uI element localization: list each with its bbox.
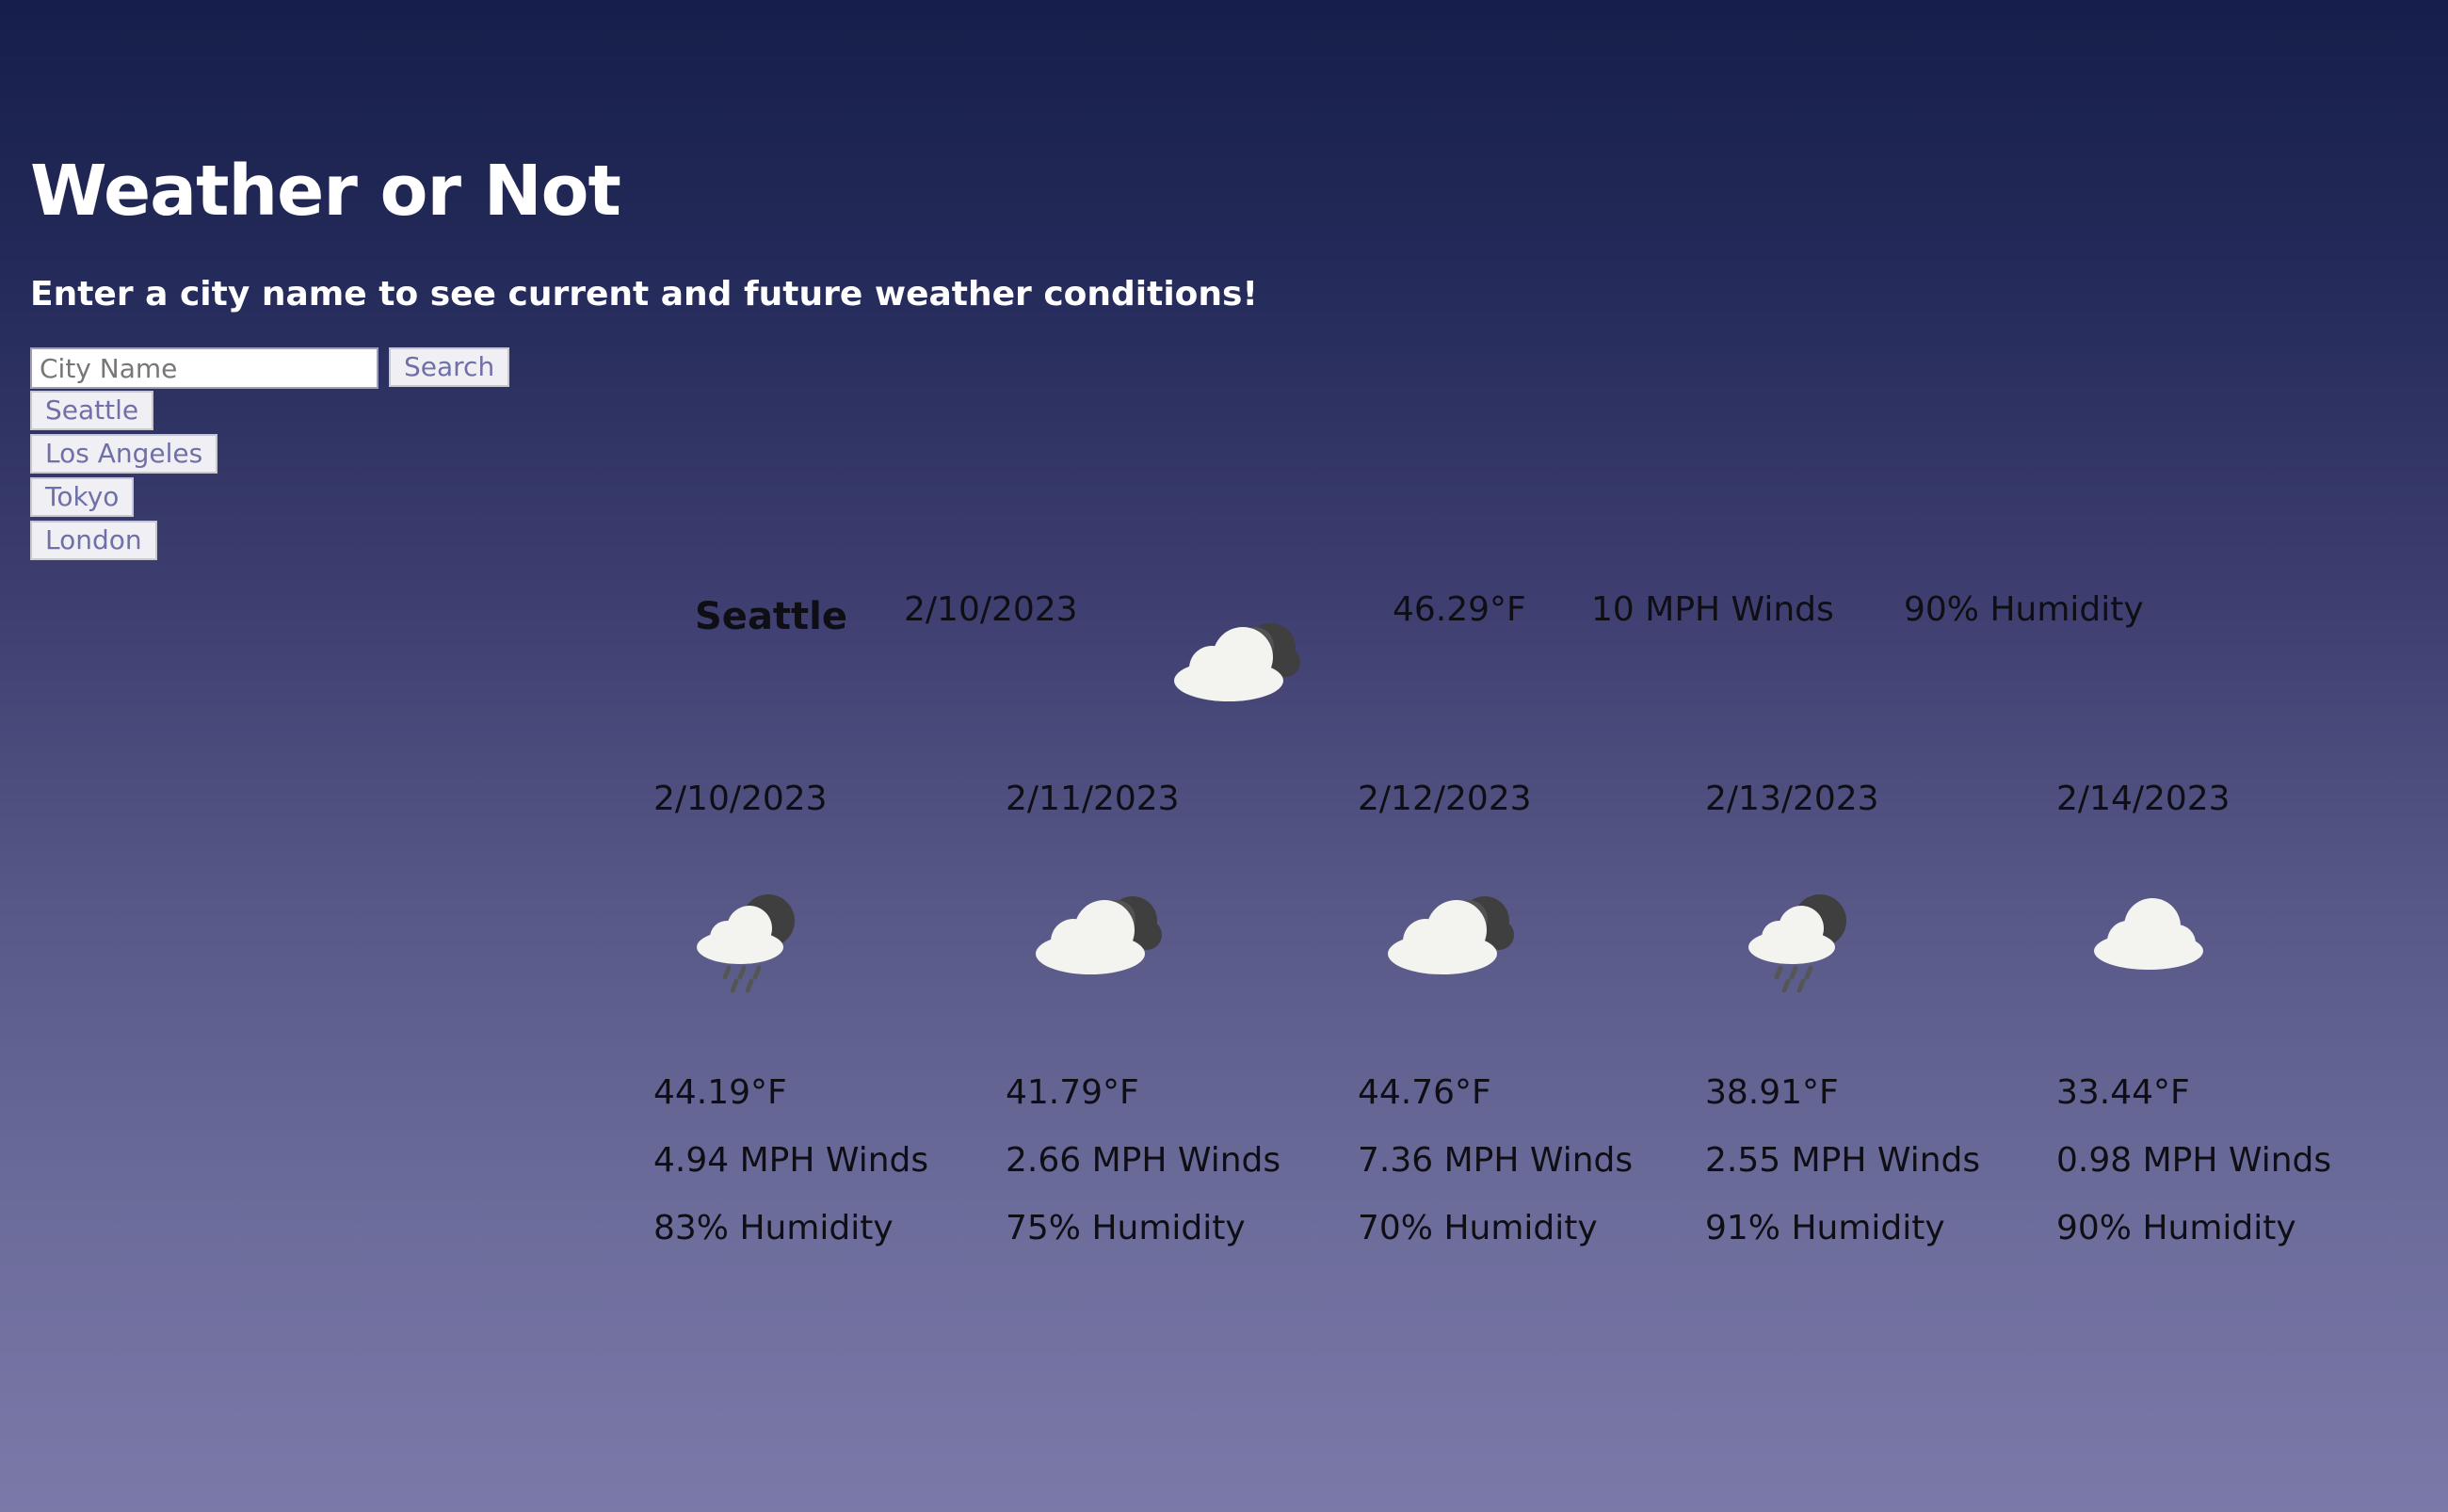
forecast-humidity: 91% Humidity (1705, 1209, 1945, 1247)
forecast-temp: 44.76°F (1358, 1073, 1491, 1112)
forecast-wind: 4.94 MPH Winds (653, 1141, 929, 1180)
forecast-temp: 33.44°F (2056, 1073, 2190, 1112)
page-subtitle: Enter a city name to see current and fut… (30, 275, 1258, 314)
page-title: Weather or Not (30, 151, 621, 232)
history-button-los-angeles[interactable]: Los Angeles (30, 434, 218, 474)
history-button-london[interactable]: London (30, 521, 157, 560)
current-city: Seattle (695, 595, 848, 638)
cloudy-night-icon (1034, 883, 1175, 981)
forecast-date: 2/10/2023 (653, 780, 828, 818)
current-humidity: 90% Humidity (1904, 590, 2144, 629)
forecast-humidity: 70% Humidity (1358, 1209, 1598, 1247)
forecast-humidity: 83% Humidity (653, 1209, 894, 1247)
cloudy-night-icon (1386, 883, 1527, 981)
city-search-input[interactable] (30, 347, 378, 389)
current-wind: 10 MPH Winds (1591, 590, 1834, 629)
cloud-icon (2090, 883, 2213, 981)
history-button-seattle[interactable]: Seattle (30, 391, 154, 430)
forecast-date: 2/12/2023 (1358, 780, 1532, 818)
search-button[interactable]: Search (389, 347, 510, 387)
forecast-wind: 2.55 MPH Winds (1705, 1141, 1981, 1180)
current-temp: 46.29°F (1393, 590, 1526, 629)
history-button-tokyo[interactable]: Tokyo (30, 477, 135, 517)
forecast-temp: 44.19°F (653, 1073, 787, 1112)
forecast-date: 2/14/2023 (2056, 780, 2231, 818)
forecast-wind: 0.98 MPH Winds (2056, 1141, 2332, 1180)
cloudy-night-icon (1172, 610, 1313, 704)
forecast-humidity: 90% Humidity (2056, 1209, 2296, 1247)
forecast-date: 2/13/2023 (1705, 780, 1879, 818)
forecast-temp: 41.79°F (1006, 1073, 1139, 1112)
forecast-humidity: 75% Humidity (1006, 1209, 1246, 1247)
forecast-date: 2/11/2023 (1006, 780, 1180, 818)
rain-night-icon (695, 883, 808, 1000)
search-history: Seattle Los Angeles Tokyo London (30, 391, 218, 564)
current-date: 2/10/2023 (904, 590, 1078, 629)
forecast-temp: 38.91°F (1705, 1073, 1839, 1112)
forecast-wind: 2.66 MPH Winds (1006, 1141, 1281, 1180)
rain-night-icon (1747, 883, 1860, 1000)
forecast-wind: 7.36 MPH Winds (1358, 1141, 1634, 1180)
